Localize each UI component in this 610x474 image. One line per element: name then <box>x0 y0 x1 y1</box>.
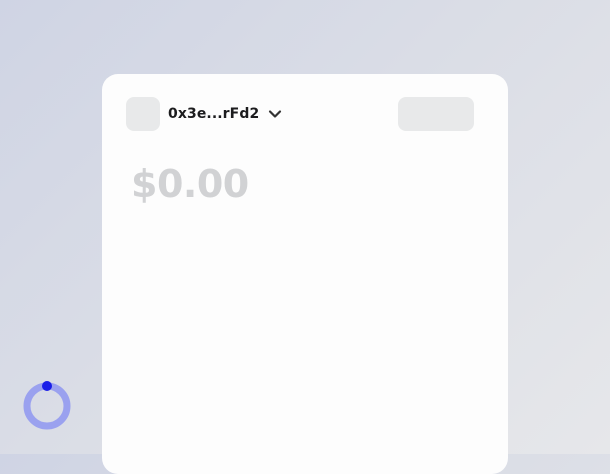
loading-spinner-icon <box>23 381 71 430</box>
action-button-placeholder[interactable] <box>398 97 474 131</box>
chevron-down-icon <box>269 110 282 118</box>
avatar[interactable] <box>126 97 160 131</box>
account-address-dropdown[interactable]: 0x3e...rFd2 <box>168 97 282 131</box>
account-address: 0x3e...rFd2 <box>168 106 260 122</box>
wallet-card: 0x3e...rFd2 $0.00 <box>102 74 508 474</box>
balance-amount: $0.00 <box>131 162 249 206</box>
